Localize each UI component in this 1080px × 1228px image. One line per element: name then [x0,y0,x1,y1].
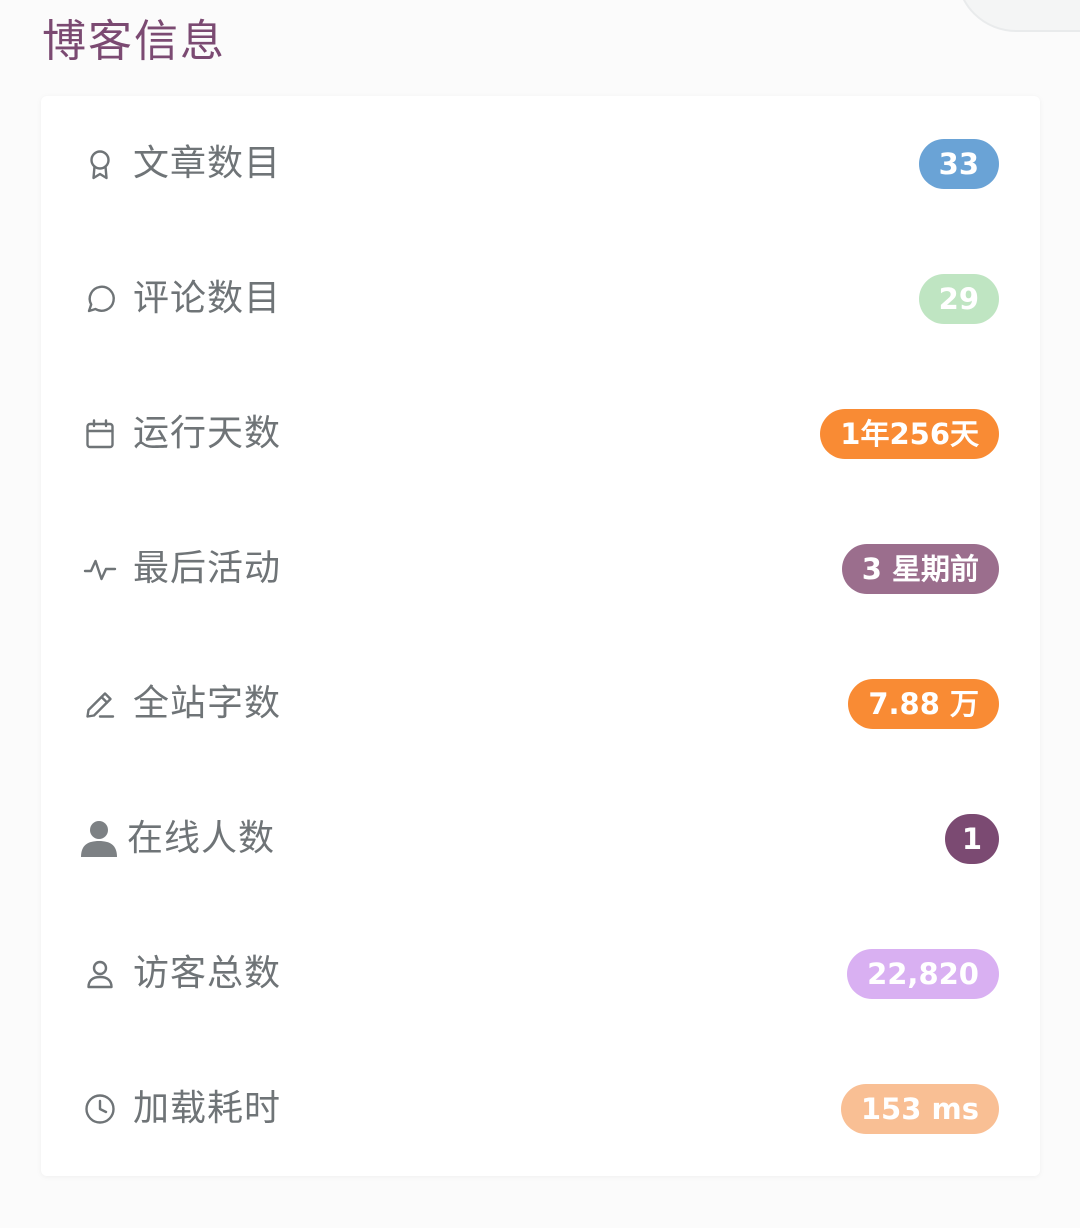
stat-label: 最后活动 [133,547,282,589]
user-icon [83,957,117,991]
stat-value-badge: 22,820 [847,948,999,999]
stat-label: 评论数目 [133,277,282,319]
pencil-icon [83,687,117,721]
stat-value-badge: 33 [918,138,999,189]
stat-label: 全站字数 [133,682,282,724]
stat-value-badge: 3 星期前 [841,543,999,594]
stat-row-articles: 文章数目 33 [41,96,1040,231]
stat-value-badge: 1年256天 [820,408,999,459]
user-solid-icon [79,819,119,859]
stat-row-total-visitors: 访客总数 22,820 [41,906,1040,1041]
stat-row-last-activity: 最后活动 3 星期前 [41,501,1040,636]
stat-value-badge: 153 ms [840,1083,999,1134]
activity-icon [83,552,117,586]
corner-decoration [956,0,1080,32]
calendar-icon [83,417,117,451]
blog-info-card: 文章数目 33 评论数目 29 运行天数 1年256天 最后活动 3 星期前 全… [41,96,1040,1176]
stat-label: 文章数目 [133,142,282,184]
stat-value-badge: 1 [945,813,999,864]
stat-label: 在线人数 [127,817,276,859]
stat-label: 访客总数 [133,952,282,994]
award-icon [83,147,117,181]
stat-row-running-days: 运行天数 1年256天 [41,366,1040,501]
stat-row-comments: 评论数目 29 [41,231,1040,366]
stat-value-badge: 7.88 万 [848,678,999,729]
stat-row-load-time: 加载耗时 153 ms [41,1041,1040,1176]
stat-row-online-users: 在线人数 1 [41,771,1040,906]
stat-label: 运行天数 [133,412,282,454]
clock-icon [83,1092,117,1126]
comment-icon [83,282,117,316]
stat-label: 加载耗时 [133,1087,282,1129]
section-title: 博客信息 [42,16,226,67]
stat-row-word-count: 全站字数 7.88 万 [41,636,1040,771]
stat-value-badge: 29 [918,273,999,324]
